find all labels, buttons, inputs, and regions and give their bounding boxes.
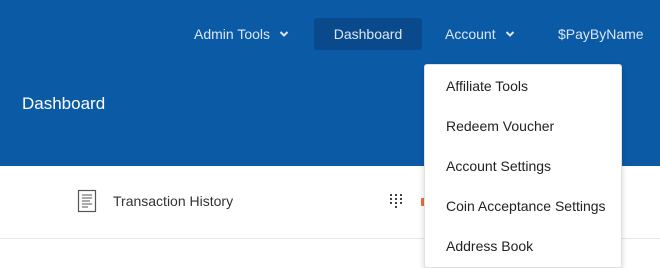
- nav-admin-tools[interactable]: Admin Tools: [194, 18, 289, 50]
- menu-item-address-book[interactable]: Address Book: [425, 226, 621, 266]
- nav-paybyname[interactable]: $PayByName: [558, 18, 644, 50]
- transaction-history-label: Transaction History: [113, 193, 234, 209]
- menu-item-affiliate-tools[interactable]: Affiliate Tools: [425, 66, 621, 106]
- nav-account[interactable]: Account: [445, 18, 515, 50]
- page-title: Dashboard: [22, 94, 106, 113]
- keypad-icon[interactable]: [389, 193, 403, 209]
- nav-dashboard[interactable]: Dashboard: [314, 18, 422, 50]
- nav-paybyname-label: $PayByName: [558, 26, 644, 42]
- nav-dashboard-label: Dashboard: [333, 26, 403, 42]
- account-dropdown-menu: Affiliate Tools Redeem Voucher Account S…: [424, 64, 622, 268]
- nav-admin-tools-label: Admin Tools: [194, 26, 271, 42]
- receipt-icon: [77, 189, 97, 213]
- nav-account-label: Account: [445, 26, 496, 42]
- menu-item-redeem-voucher[interactable]: Redeem Voucher: [425, 106, 621, 146]
- chevron-down-icon: [279, 29, 289, 39]
- chevron-down-icon: [505, 29, 515, 39]
- transaction-history-link[interactable]: Transaction History: [77, 189, 233, 213]
- menu-item-coin-acceptance-settings[interactable]: Coin Acceptance Settings: [425, 186, 621, 226]
- menu-item-account-settings[interactable]: Account Settings: [425, 146, 621, 186]
